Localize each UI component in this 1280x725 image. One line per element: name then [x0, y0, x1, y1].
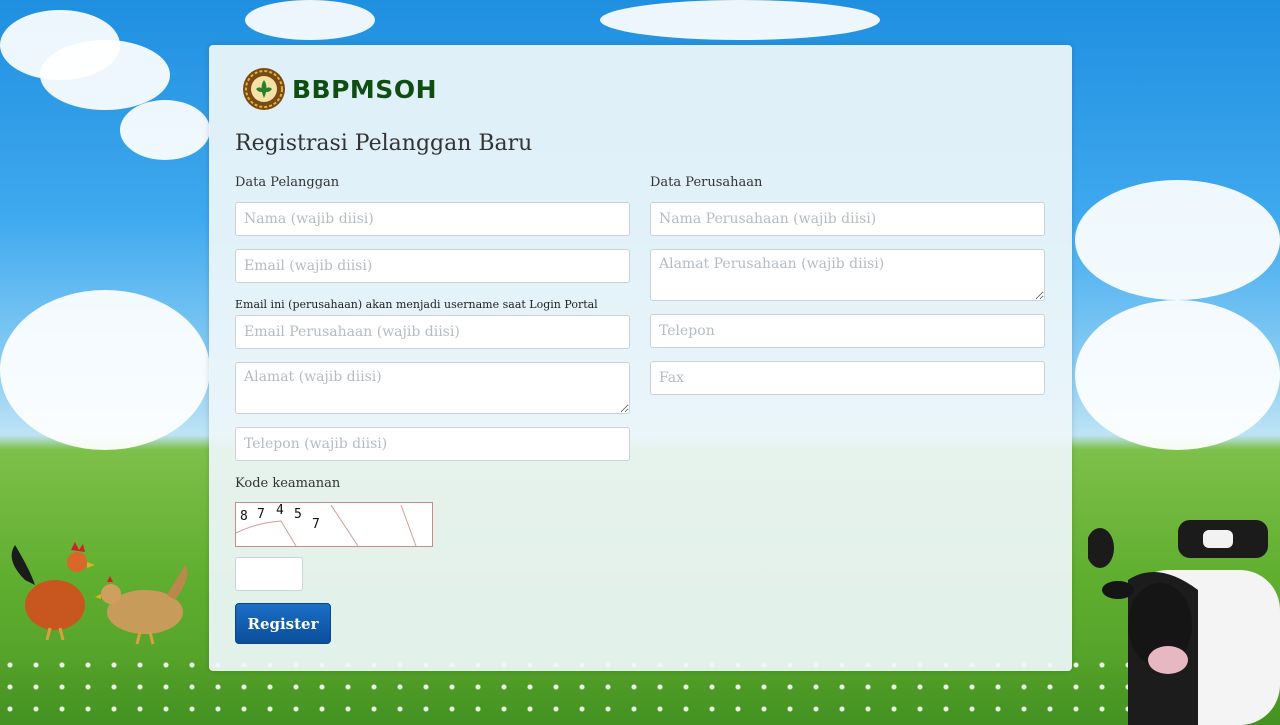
company-name-input[interactable]: [650, 202, 1045, 236]
cloud-decoration: [40, 40, 170, 110]
cloud-decoration: [120, 100, 210, 160]
name-input[interactable]: [235, 202, 630, 236]
company-email-input[interactable]: [235, 315, 630, 349]
cloud-decoration: [0, 290, 210, 450]
cow-image: [1088, 520, 1280, 725]
cloud-decoration: [1075, 180, 1280, 300]
captcha-label: Kode keamanan: [235, 476, 341, 491]
captcha-digit: 7: [312, 517, 320, 532]
hen-image: [95, 565, 188, 645]
address-textarea[interactable]: [235, 362, 630, 414]
captcha-input[interactable]: [235, 557, 303, 591]
company-fax-input[interactable]: [650, 361, 1045, 395]
email-input[interactable]: [235, 249, 630, 283]
phone-input[interactable]: [235, 427, 630, 461]
captcha-image: 8 7 4 5 7: [235, 502, 433, 547]
captcha-digit: 8: [240, 509, 248, 524]
captcha-noise: [236, 504, 417, 546]
captcha-digit: 5: [294, 507, 302, 522]
company-phone-input[interactable]: [650, 314, 1045, 348]
captcha-digit: 7: [257, 507, 265, 522]
brand-emblem-icon: [243, 68, 285, 110]
cloud-decoration: [245, 0, 375, 40]
brand-name: BBPMSOH: [292, 74, 437, 104]
company-address-textarea[interactable]: [650, 249, 1045, 301]
brand-logo: BBPMSOH: [242, 67, 437, 111]
rooster-image: [11, 542, 95, 640]
customer-section-label: Data Pelanggan: [235, 175, 340, 190]
cloud-decoration: [600, 0, 880, 40]
registration-panel: BBPMSOH Registrasi Pelanggan Baru Data P…: [209, 45, 1072, 671]
cloud-decoration: [1075, 300, 1280, 450]
page-title: Registrasi Pelanggan Baru: [235, 131, 533, 156]
captcha-digit: 4: [276, 503, 284, 518]
username-note: Email ini (perusahaan) akan menjadi user…: [235, 298, 598, 311]
register-button[interactable]: Register: [235, 603, 331, 644]
company-section-label: Data Perusahaan: [650, 175, 763, 190]
